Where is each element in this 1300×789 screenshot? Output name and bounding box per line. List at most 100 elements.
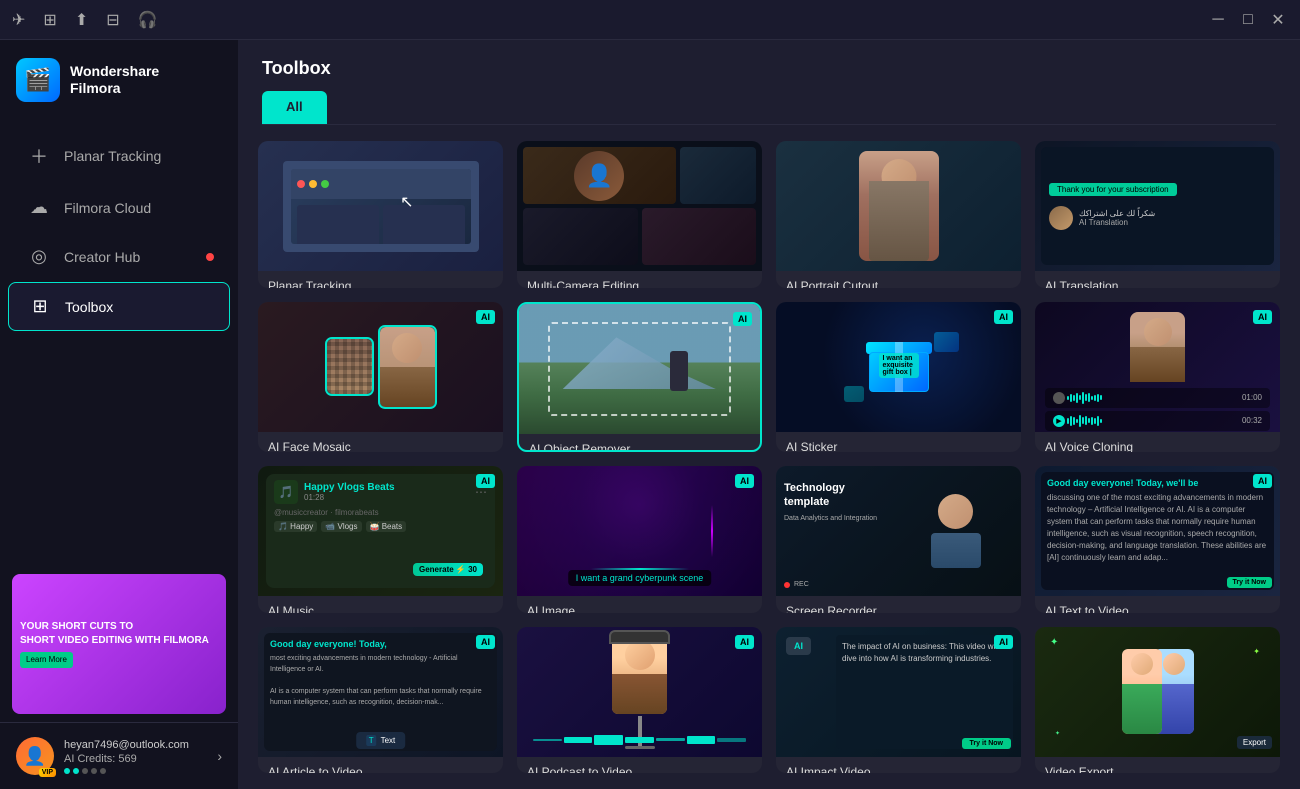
tool-label-text-to-video: AI Text to Video <box>1035 596 1280 613</box>
image-prompt: I want a grand cyberpunk scene <box>568 570 712 586</box>
app-body: 🎬 Wondershare Filmora ＋ Planar Tracking … <box>0 40 1300 789</box>
tool-card-multicam[interactable]: 👤 Multi-Camera Editing <box>517 141 762 288</box>
sidebar: 🎬 Wondershare Filmora ＋ Planar Tracking … <box>0 40 238 789</box>
generate-button[interactable]: Generate ⚡ 30 <box>413 563 483 576</box>
export-badge: Export <box>1237 736 1272 749</box>
user-credits: AI Credits: 569 <box>64 753 207 765</box>
app-subtitle: Filmora <box>70 80 159 97</box>
tool-label-video-export: Video Export <box>1035 757 1280 774</box>
tool-thumb-podcast-to-video: AI <box>517 627 762 757</box>
tool-card-video-export[interactable]: ✦ ✦ ✦ Export Video Export <box>1035 627 1280 774</box>
logo-icon: 🎬 <box>16 58 60 102</box>
tool-thumb-face-mosaic: AI <box>258 302 503 432</box>
send-icon[interactable]: ✈ <box>12 10 25 30</box>
title-bar-left-icons: ✈ ⊞ ⬆ ⊟ 🎧 <box>12 10 158 30</box>
tool-label-face-mosaic: AI Face Mosaic <box>258 432 503 453</box>
tool-card-podcast-to-video[interactable]: AI AI Podcast to Video <box>517 627 762 774</box>
cloud-icon: ☁ <box>28 197 50 218</box>
tool-label-voice-cloning: AI Voice Cloning <box>1035 432 1280 453</box>
tool-card-image[interactable]: I want a grand cyberpunk scene AI AI Ima… <box>517 466 762 613</box>
toolbox-header: Toolbox All <box>238 40 1300 125</box>
tool-card-translation[interactable]: Thank you for your subscription شكراً لك… <box>1035 141 1280 288</box>
app-name: Wondershare <box>70 63 159 80</box>
headphone-icon[interactable]: 🎧 <box>138 10 158 30</box>
ai-badge: AI <box>733 312 752 326</box>
grid-icon[interactable]: ⊞ <box>43 10 56 30</box>
sticker-text: I want an exquisite gift box | <box>879 353 919 378</box>
sidebar-item-label: Planar Tracking <box>64 148 161 164</box>
tool-thumb-voice-cloning: 01:00 ▶ <box>1035 302 1280 432</box>
tool-card-face-mosaic[interactable]: AI AI Face Mosaic <box>258 302 503 453</box>
upload-icon[interactable]: ⬆ <box>75 10 88 30</box>
tool-card-article-to-video[interactable]: Good day everyone! Today, most exciting … <box>258 627 503 774</box>
tool-thumb-screen-recorder: Technologytemplate Data Analytics and In… <box>776 466 1021 596</box>
tool-label-portrait-cutout: AI Portrait Cutout <box>776 271 1021 288</box>
tool-card-sticker[interactable]: I want an exquisite gift box | AI AI Sti… <box>776 302 1021 453</box>
tool-label-object-remover: AI Object Remover <box>519 434 760 453</box>
app-logo: 🎬 Wondershare Filmora <box>0 40 238 120</box>
dot-2 <box>73 768 79 774</box>
ai-badge: AI <box>476 310 495 324</box>
minimize-button[interactable]: ─ <box>1208 11 1228 29</box>
tool-card-screen-recorder[interactable]: Technologytemplate Data Analytics and In… <box>776 466 1021 613</box>
plus-icon: ＋ <box>28 143 50 169</box>
tool-label-screen-recorder: Screen Recorder <box>776 596 1021 613</box>
impact-cta[interactable]: Try it Now <box>962 738 1011 749</box>
user-info: heyan7496@outlook.com AI Credits: 569 <box>64 739 207 774</box>
dot-3 <box>82 768 88 774</box>
logo-text: Wondershare Filmora <box>70 63 159 97</box>
sidebar-item-create-project[interactable]: ＋ Planar Tracking <box>8 130 230 182</box>
tool-thumb-impact-video: AI The impact of AI on business: This vi… <box>776 627 1021 757</box>
sidebar-item-toolbox[interactable]: ⊞ Toolbox <box>8 282 230 331</box>
user-email: heyan7496@outlook.com <box>64 739 207 751</box>
sidebar-item-creator-hub[interactable]: ◎ Creator Hub <box>8 233 230 280</box>
dot-4 <box>91 768 97 774</box>
ai-badge: AI <box>994 310 1013 324</box>
sidebar-item-creator-hub-label: Creator Hub <box>64 249 140 265</box>
user-arrow-icon[interactable]: › <box>217 748 222 764</box>
tool-card-text-to-video[interactable]: Good day everyone! Today, we'll be discu… <box>1035 466 1280 613</box>
ai-badge: AI <box>735 635 754 649</box>
text-video-cta[interactable]: Try it Now <box>1227 577 1272 588</box>
tools-grid: ↖ Planar Tracking 👤 <box>238 125 1300 789</box>
tabs-bar: All <box>262 91 1276 125</box>
page-title: Toolbox <box>262 58 1276 79</box>
tool-thumb-image: I want a grand cyberpunk scene AI <box>517 466 762 596</box>
main-content: Toolbox All <box>238 40 1300 789</box>
close-button[interactable]: ✕ <box>1268 10 1288 30</box>
dot-5 <box>100 768 106 774</box>
tool-thumb-portrait-cutout <box>776 141 1021 271</box>
sidebar-item-toolbox-label: Toolbox <box>65 299 113 315</box>
tool-label-impact-video: AI Impact Video <box>776 757 1021 774</box>
tool-thumb-planar-tracking: ↖ <box>258 141 503 271</box>
layout-icon[interactable]: ⊟ <box>106 10 119 30</box>
promo-title: YOUR SHORT CUTS TOSHORT VIDEO EDITING WI… <box>20 620 218 648</box>
ai-badge: AI <box>1253 474 1272 488</box>
tool-card-object-remover[interactable]: AI AI Object Remover <box>517 302 762 453</box>
tool-thumb-multicam: 👤 <box>517 141 762 271</box>
hub-icon: ◎ <box>28 246 50 267</box>
tool-thumb-translation: Thank you for your subscription شكراً لك… <box>1035 141 1280 271</box>
text-button[interactable]: T Text <box>356 732 406 749</box>
window-controls: ─ □ ✕ <box>1208 10 1288 30</box>
tool-thumb-sticker: I want an exquisite gift box | AI <box>776 302 1021 432</box>
maximize-button[interactable]: □ <box>1238 11 1258 29</box>
toolbox-icon: ⊞ <box>29 296 51 317</box>
tool-card-impact-video[interactable]: AI The impact of AI on business: This vi… <box>776 627 1021 774</box>
tool-card-music[interactable]: 🎵 Happy Vlogs Beats 01:28 ⋯ @musiccreato… <box>258 466 503 613</box>
tool-label-multicam: Multi-Camera Editing <box>517 271 762 288</box>
music-tags: 🎵 Happy 📹 Vlogs 🥁 Beats <box>274 521 487 532</box>
user-section: 👤 VIP heyan7496@outlook.com AI Credits: … <box>0 722 238 789</box>
music-title: Happy Vlogs Beats <box>304 482 395 493</box>
ai-badge: AI <box>1253 310 1272 324</box>
tool-card-voice-cloning[interactable]: 01:00 ▶ <box>1035 302 1280 453</box>
title-bar: ✈ ⊞ ⬆ ⊟ 🎧 ─ □ ✕ <box>0 0 1300 40</box>
sidebar-item-filmora-cloud[interactable]: ☁ Filmora Cloud <box>8 184 230 231</box>
tool-card-planar-tracking[interactable]: ↖ Planar Tracking <box>258 141 503 288</box>
tool-thumb-music: 🎵 Happy Vlogs Beats 01:28 ⋯ @musiccreato… <box>258 466 503 596</box>
promo-cta[interactable]: Learn More <box>20 652 73 667</box>
tool-thumb-text-to-video: Good day everyone! Today, we'll be discu… <box>1035 466 1280 596</box>
tab-all[interactable]: All <box>262 91 327 124</box>
tool-card-portrait-cutout[interactable]: AI Portrait Cutout <box>776 141 1021 288</box>
tool-label-sticker: AI Sticker <box>776 432 1021 453</box>
